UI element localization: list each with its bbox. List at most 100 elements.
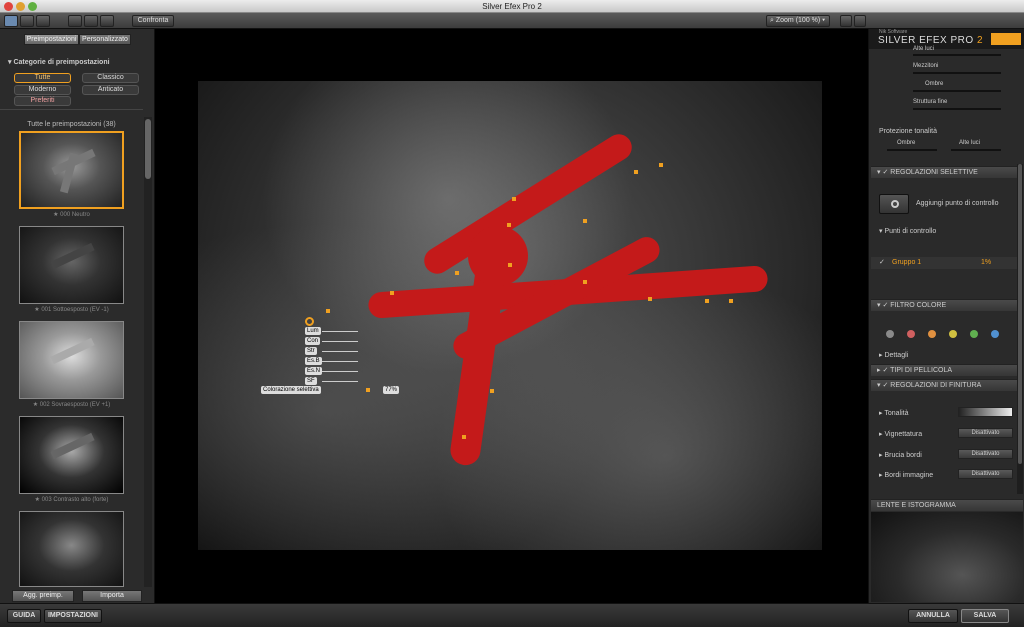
section-selective-adjustments[interactable]: ▾ ✓ REGOLAZIONI SELETTIVE — [871, 166, 1023, 178]
toning-dropdown[interactable] — [958, 407, 1013, 417]
settings-button[interactable]: IMPOSTAZIONI — [44, 609, 102, 623]
group-row[interactable]: ✓ Gruppo 1 1% — [871, 257, 1023, 269]
tab-presets[interactable]: Preimpostazioni — [24, 34, 79, 45]
filter-neutral-dot[interactable] — [886, 330, 894, 338]
filter-blue-dot[interactable] — [991, 330, 999, 338]
preset-thumbnail-overexposed[interactable] — [19, 321, 124, 399]
close-window-button[interactable] — [4, 2, 13, 11]
cp-slider-track[interactable] — [322, 341, 358, 342]
thumbnail-image — [20, 322, 123, 398]
group-checkbox[interactable]: ✓ — [879, 258, 885, 266]
import-button[interactable]: Importa — [82, 590, 142, 602]
control-points-header[interactable]: ▾ Punti di controllo — [879, 227, 936, 235]
control-point-icon — [891, 200, 899, 208]
category-classic[interactable]: Classico — [82, 73, 139, 83]
cp-slider-track[interactable] — [322, 331, 358, 332]
side-by-side-icon[interactable] — [100, 15, 114, 27]
preset-thumbnail-high-contrast[interactable] — [19, 416, 124, 494]
control-point-node[interactable] — [634, 170, 638, 174]
control-point-node[interactable] — [326, 309, 330, 313]
control-point-node[interactable] — [512, 197, 516, 201]
control-point-node[interactable] — [455, 271, 459, 275]
adjustments-panel: Nik Software SILVER EFEX PRO 2 Alte luci… — [868, 29, 1024, 603]
control-point-handle[interactable] — [305, 317, 314, 326]
control-point-node[interactable] — [462, 435, 466, 439]
slider-label-highlights: Alte luci — [913, 46, 935, 52]
control-point-node[interactable] — [648, 297, 652, 301]
protect-highlights-slider[interactable] — [951, 149, 1001, 151]
finish-burn-edges-label[interactable]: ▸ Brucia bordi — [879, 451, 922, 459]
tab-custom[interactable]: Personalizzato — [79, 34, 131, 45]
loupe-icon[interactable] — [854, 15, 866, 27]
control-point-node[interactable] — [659, 163, 663, 167]
grid-view-icon[interactable] — [20, 15, 34, 27]
preset-thumbnail-neutral[interactable] — [19, 131, 124, 209]
finish-image-borders-label[interactable]: ▸ Bordi immagine — [879, 471, 933, 479]
filter-red-dot[interactable] — [907, 330, 915, 338]
filter-yellow-dot[interactable] — [949, 330, 957, 338]
burn-edges-dropdown[interactable]: Disattivato — [958, 449, 1013, 459]
save-button[interactable]: SALVA — [961, 609, 1009, 623]
section-film-types[interactable]: ▸ ✓ TIPI DI PELLICOLA — [871, 364, 1023, 376]
category-vintage[interactable]: Anticato — [82, 85, 139, 95]
starfish-center — [468, 226, 528, 286]
preset-thumbnail-next[interactable] — [19, 511, 124, 587]
zoom-window-button[interactable] — [28, 2, 37, 11]
control-point-node[interactable] — [507, 223, 511, 227]
single-view-icon[interactable] — [4, 15, 18, 27]
filter-green-dot[interactable] — [970, 330, 978, 338]
browser-view-icon[interactable] — [36, 15, 50, 27]
divider — [0, 109, 143, 110]
slider-highlights[interactable] — [913, 54, 1001, 56]
control-point-node[interactable] — [583, 219, 587, 223]
thumbnail-image — [20, 227, 123, 303]
section-finishing[interactable]: ▾ ✓ REGOLAZIONI DI FINITURA — [871, 379, 1023, 391]
slider-midtones[interactable] — [913, 72, 1001, 74]
split-preview-icon[interactable] — [84, 15, 98, 27]
selective-color-handle[interactable] — [366, 388, 370, 392]
control-point-node[interactable] — [390, 291, 394, 295]
zoom-select[interactable]: ⌕ Zoom (100 %) ▾ — [766, 15, 830, 27]
help-button[interactable]: GUIDA — [7, 609, 41, 623]
add-control-point-button[interactable] — [879, 194, 909, 214]
category-modern[interactable]: Moderno — [14, 85, 71, 95]
add-preset-button[interactable]: Agg. preimp. — [12, 590, 74, 602]
category-favorites[interactable]: Preferiti — [14, 96, 71, 106]
minimize-window-button[interactable] — [16, 2, 25, 11]
presets-scrollbar[interactable] — [144, 117, 152, 587]
finish-vignette-label[interactable]: ▸ Vignettatura — [879, 430, 922, 438]
single-preview-icon[interactable] — [68, 15, 82, 27]
cp-slider-label: Con — [305, 337, 321, 345]
control-point-node[interactable] — [729, 299, 733, 303]
vignette-dropdown[interactable]: Disattivato — [958, 428, 1013, 438]
filter-orange-dot[interactable] — [928, 330, 936, 338]
background-color-icon[interactable] — [840, 15, 852, 27]
selective-color-label: Colorazione selettiva — [261, 386, 321, 394]
control-point-node[interactable] — [490, 389, 494, 393]
cancel-button[interactable]: ANNULLA — [908, 609, 958, 623]
cp-slider-track[interactable] — [322, 351, 358, 352]
preset-caption: ★ 002 Sovraesposto (EV +1) — [32, 402, 111, 408]
finish-toning-label[interactable]: ▸ Tonalità — [879, 409, 908, 417]
control-point-node[interactable] — [583, 280, 587, 284]
preset-thumbnail-underexposed[interactable] — [19, 226, 124, 304]
image-borders-dropdown[interactable]: Disattivato — [958, 469, 1013, 479]
section-loupe-histogram[interactable]: LENTE E ISTOGRAMMA — [871, 499, 1023, 511]
scrollbar-thumb[interactable] — [145, 119, 151, 179]
control-point-node[interactable] — [705, 299, 709, 303]
preview-photo[interactable] — [198, 81, 822, 550]
section-color-filter[interactable]: ▾ ✓ FILTRO COLORE — [871, 299, 1023, 311]
slider-shadows[interactable] — [913, 90, 1001, 92]
details-toggle[interactable]: ▸ Dettagli — [879, 351, 908, 359]
cp-slider-track[interactable] — [322, 381, 358, 382]
adjustments-scrollbar[interactable] — [1017, 164, 1023, 494]
scrollbar-thumb[interactable] — [1018, 164, 1022, 464]
compare-button[interactable]: Confronta — [132, 15, 174, 27]
category-all[interactable]: Tutte — [14, 73, 71, 83]
protect-shadows-slider[interactable] — [887, 149, 937, 151]
control-point-node[interactable] — [508, 263, 512, 267]
categories-header[interactable]: ▾ Categorie di preimpostazioni — [8, 58, 110, 66]
cp-slider-track[interactable] — [322, 371, 358, 372]
slider-fine-structure[interactable] — [913, 108, 1001, 110]
cp-slider-track[interactable] — [322, 361, 358, 362]
